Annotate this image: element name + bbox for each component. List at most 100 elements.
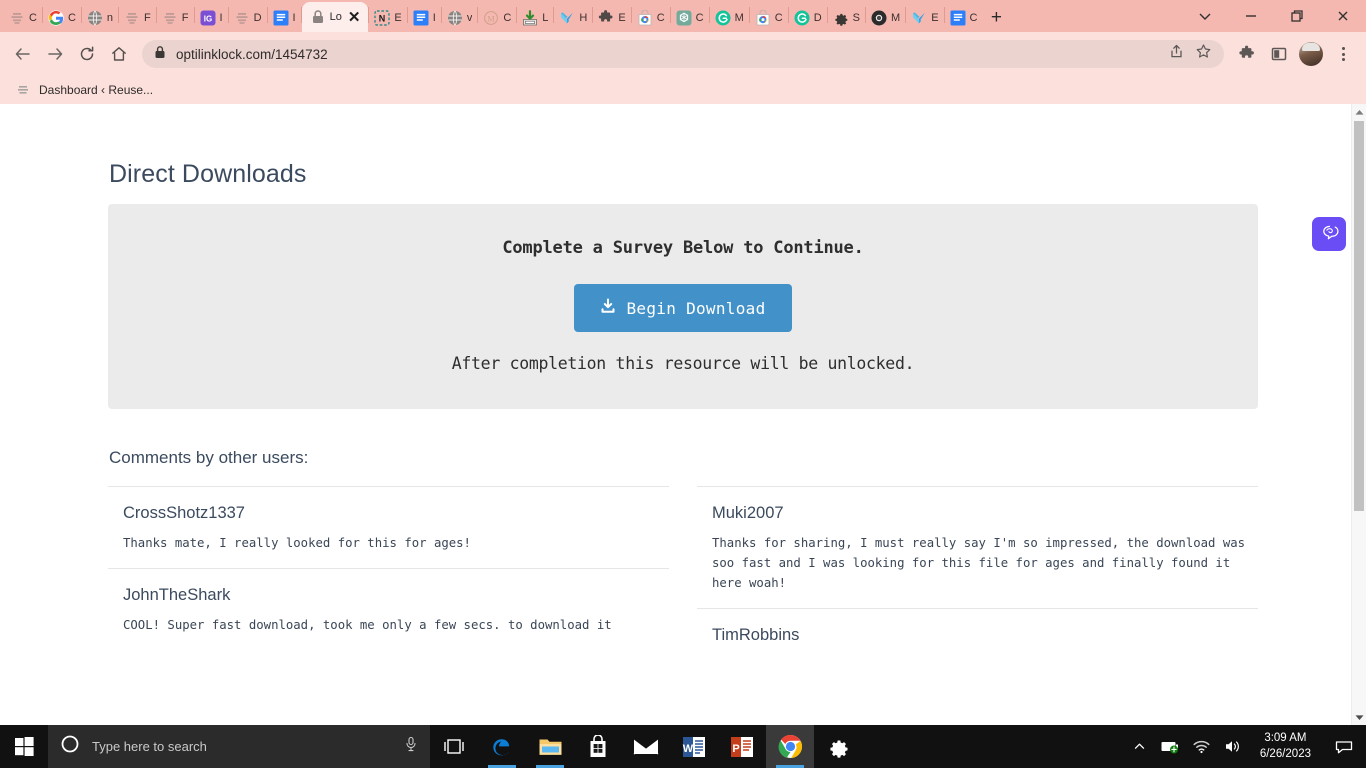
forward-button[interactable]	[40, 39, 70, 69]
browser-tab[interactable]: L	[517, 4, 553, 32]
browser-tab-active[interactable]: Lo ✕	[301, 2, 369, 32]
web-page: Direct Downloads Complete a Survey Below…	[0, 104, 1366, 725]
taskbar-clock[interactable]: 3:09 AM 6/26/2023	[1254, 731, 1317, 761]
browser-tab[interactable]: C	[945, 4, 983, 32]
begin-download-button[interactable]: Begin Download	[574, 284, 792, 332]
browser-tab[interactable]: v	[442, 4, 478, 32]
comment-author: Muki2007	[712, 504, 784, 522]
browser-tab[interactable]: F	[157, 4, 194, 32]
tab-title: C	[29, 12, 37, 24]
tab-title: D	[813, 12, 822, 24]
home-button[interactable]	[104, 39, 134, 69]
battery-icon[interactable]	[1161, 740, 1181, 754]
svg-text:M: M	[488, 14, 495, 23]
avatar	[1299, 42, 1323, 66]
tab-title: D	[253, 12, 262, 24]
clock-date: 6/26/2023	[1259, 747, 1311, 760]
taskbar-app-edge-icon[interactable]	[478, 725, 526, 768]
browser-tab[interactable]: D	[229, 4, 267, 32]
browser-tab[interactable]: C	[750, 4, 788, 32]
browser-tab[interactable]: F	[119, 4, 156, 32]
maximize-button[interactable]	[1274, 0, 1320, 32]
browser-tab[interactable]: M	[710, 4, 749, 32]
taskbar-app-mail-icon[interactable]	[622, 725, 670, 768]
page-icon	[124, 10, 140, 26]
openai-icon	[676, 10, 692, 26]
url-text[interactable]: optilinklock.com/1454732	[176, 47, 1158, 62]
browser-tab[interactable]: n	[82, 4, 118, 32]
side-panel-button[interactable]	[1264, 39, 1294, 69]
page-icon	[162, 10, 178, 26]
taskbar-app-settings-gear-icon[interactable]	[814, 725, 862, 768]
browser-tab[interactable]: E	[593, 4, 630, 32]
chrome-menu-button[interactable]	[1328, 39, 1358, 69]
tab-title: E	[394, 12, 402, 24]
grammarly-icon	[715, 10, 731, 26]
microphone-icon[interactable]	[404, 736, 418, 757]
bookmark-label: Dashboard ‹ Reuse...	[39, 83, 154, 97]
tab-title: C	[503, 12, 512, 24]
share-icon[interactable]	[1168, 43, 1185, 65]
scroll-down-arrow[interactable]	[1352, 709, 1366, 725]
browser-tab[interactable]: H	[554, 4, 592, 32]
profile-button[interactable]	[1296, 39, 1326, 69]
browser-tab[interactable]: E	[906, 4, 943, 32]
task-view-icon[interactable]	[430, 725, 478, 768]
browser-tab[interactable]: C	[632, 4, 670, 32]
tab-title: n	[106, 12, 114, 24]
taskbar-search-placeholder: Type here to search	[92, 739, 207, 754]
scrollbar-thumb[interactable]	[1354, 121, 1364, 511]
chat-widget-button[interactable]	[1312, 217, 1346, 251]
browser-tab[interactable]: S	[828, 4, 865, 32]
collapse-button[interactable]	[1182, 0, 1228, 32]
currency-icon: M	[483, 10, 499, 26]
three-dot-icon	[1341, 47, 1345, 61]
taskbar-app-chrome-icon[interactable]	[766, 725, 814, 768]
taskbar-app-microsoft-store-icon[interactable]	[574, 725, 622, 768]
page-container: Direct Downloads Complete a Survey Below…	[108, 104, 1258, 670]
wifi-icon[interactable]	[1192, 740, 1212, 754]
taskbar-search[interactable]: Type here to search	[48, 725, 430, 768]
back-button[interactable]	[8, 39, 38, 69]
vertical-scrollbar[interactable]	[1351, 104, 1366, 725]
new-tab-button[interactable]: +	[982, 4, 1010, 32]
volume-icon[interactable]	[1223, 739, 1243, 754]
scroll-up-arrow[interactable]	[1352, 104, 1366, 120]
address-bar[interactable]: optilinklock.com/1454732	[142, 40, 1224, 68]
browser-tab[interactable]: IG I	[195, 4, 228, 32]
browser-tab[interactable]: I	[268, 4, 301, 32]
tab-close-button[interactable]: ✕	[348, 10, 361, 25]
browser-tab[interactable]: D	[789, 4, 827, 32]
chevron-up-icon[interactable]	[1130, 740, 1150, 753]
comment-text: Thanks mate, I really looked for this fo…	[123, 536, 471, 550]
chrome-icon	[871, 10, 887, 26]
tab-title: C	[656, 12, 665, 24]
browser-tab[interactable]: C	[671, 4, 709, 32]
window-controls	[1182, 0, 1366, 32]
globe-icon	[447, 10, 463, 26]
yandex-icon	[911, 10, 927, 26]
close-button[interactable]	[1320, 0, 1366, 32]
yandex-icon	[559, 10, 575, 26]
cortana-icon	[60, 734, 80, 759]
taskbar-app-powerpoint-icon[interactable]: P	[718, 725, 766, 768]
notification-icon[interactable]	[1328, 725, 1360, 768]
bookmark-item[interactable]: Dashboard ‹ Reuse...	[10, 81, 159, 99]
browser-tab[interactable]: M	[866, 4, 905, 32]
taskbar-app-word-icon[interactable]: W	[670, 725, 718, 768]
svg-text:W: W	[683, 743, 694, 755]
browser-tab[interactable]: I	[408, 4, 441, 32]
browser-tab[interactable]: NE	[369, 4, 406, 32]
windows-start-icon[interactable]	[0, 725, 48, 768]
browser-tab[interactable]: C	[43, 4, 81, 32]
star-icon[interactable]	[1195, 43, 1212, 65]
minimize-button[interactable]	[1228, 0, 1274, 32]
taskbar-app-file-explorer-icon[interactable]	[526, 725, 574, 768]
browser-tab[interactable]: C	[4, 4, 42, 32]
browser-tab[interactable]: MC	[478, 4, 516, 32]
google-docs-icon	[950, 10, 966, 26]
comment-author: JohnTheShark	[123, 585, 231, 604]
download-icon	[600, 298, 616, 318]
extensions-button[interactable]	[1232, 39, 1262, 69]
reload-button[interactable]	[72, 39, 102, 69]
